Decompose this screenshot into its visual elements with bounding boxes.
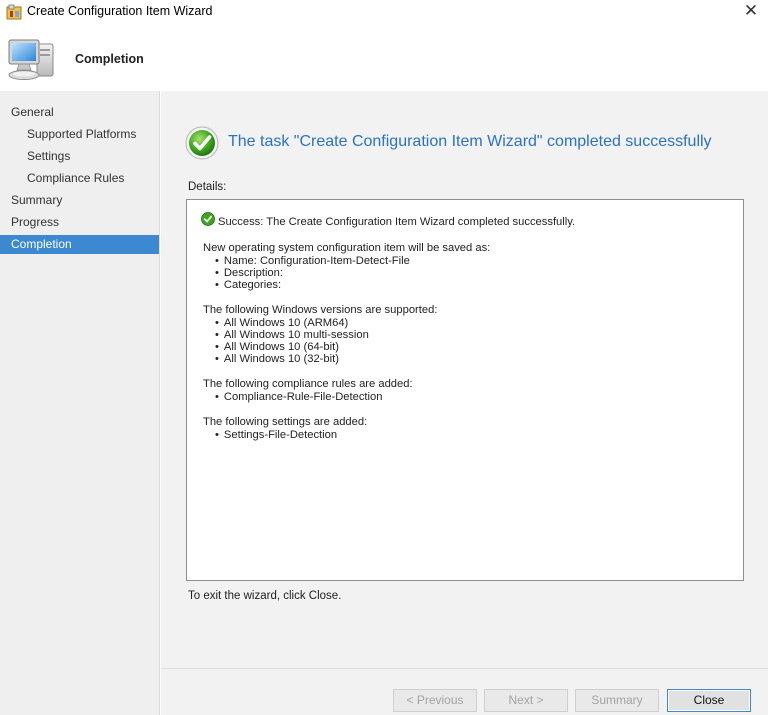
wizard-app-icon [6, 4, 22, 20]
details-list-item: All Windows 10 multi-session [215, 329, 369, 341]
task-completed-title: The task "Create Configuration Item Wiza… [228, 133, 712, 150]
details-saved-as-heading: New operating system configuration item … [203, 242, 491, 254]
sidebar-item-completion[interactable]: Completion [0, 235, 159, 254]
title-bar: Create Configuration Item Wizard ✕ [0, 0, 768, 24]
sidebar-item-compliance-rules[interactable]: Compliance Rules [0, 169, 159, 188]
details-list-item: All Windows 10 (32-bit) [215, 353, 339, 365]
exit-hint-text: To exit the wizard, click Close. [188, 590, 342, 602]
wizard-steps-sidebar: General Supported Platforms Settings Com… [0, 91, 160, 715]
details-list-item: Description: [215, 267, 283, 279]
success-check-icon [185, 126, 219, 160]
page-title: Completion [75, 52, 144, 66]
wizard-footer: < Previous Next > Summary Close [161, 668, 768, 715]
details-panel: Success: The Create Configuration Item W… [186, 199, 744, 581]
next-button[interactable]: Next > [484, 689, 568, 712]
details-success-line: Success: The Create Configuration Item W… [218, 216, 576, 228]
success-small-check-icon [201, 212, 215, 226]
details-list-item: Settings-File-Detection [215, 429, 337, 441]
window-title: Create Configuration Item Wizard [27, 4, 213, 18]
wizard-header: Completion [0, 24, 768, 91]
sidebar-item-progress[interactable]: Progress [0, 213, 159, 232]
sidebar-item-summary[interactable]: Summary [0, 191, 159, 210]
sidebar-item-general[interactable]: General [0, 103, 159, 122]
close-button[interactable]: Close [667, 689, 751, 712]
details-settings-heading: The following settings are added: [203, 416, 368, 428]
details-label: Details: [188, 181, 227, 193]
details-list-item: All Windows 10 (ARM64) [215, 317, 348, 329]
summary-button[interactable]: Summary [575, 689, 659, 712]
details-list-item: All Windows 10 (64-bit) [215, 341, 339, 353]
details-rules-heading: The following compliance rules are added… [203, 378, 413, 390]
sidebar-item-supported-platforms[interactable]: Supported Platforms [0, 125, 159, 144]
details-windows-heading: The following Windows versions are suppo… [203, 304, 438, 316]
details-list-item: Categories: [215, 279, 281, 291]
details-list-item: Name: Configuration-Item-Detect-File [215, 255, 410, 267]
details-list-item: Compliance-Rule-File-Detection [215, 391, 383, 403]
main-content: The task "Create Configuration Item Wiza… [161, 91, 768, 668]
close-window-icon[interactable]: ✕ [742, 1, 760, 21]
previous-button[interactable]: < Previous [393, 689, 477, 712]
computer-monitor-icon [8, 39, 54, 80]
sidebar-item-settings[interactable]: Settings [0, 147, 159, 166]
